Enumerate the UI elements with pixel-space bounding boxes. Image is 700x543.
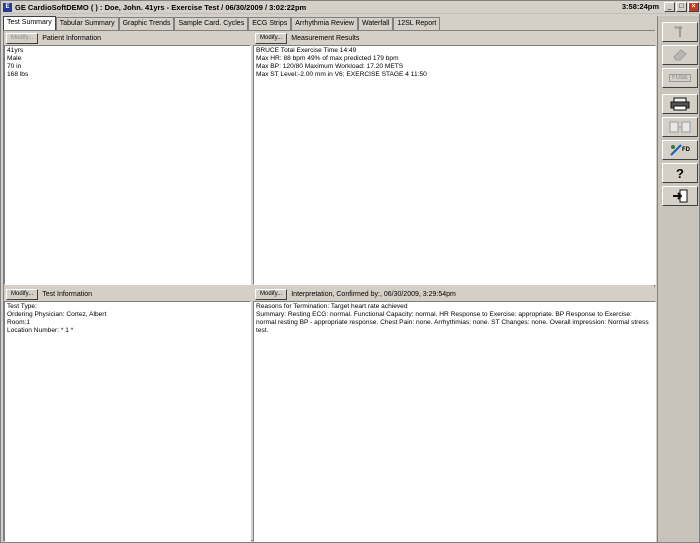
patient-information-panel: Modify... Patient Information 41yrs Male… [4,31,251,285]
exit-button[interactable] [662,186,698,206]
printer-icon [669,97,691,111]
location-number: Location Number: * 1 * [7,326,74,334]
tab-graphic-trends[interactable]: Graphic Trends [118,17,175,30]
close-button[interactable]: × [688,2,699,12]
interpretation-panel: Modify... Interpretation, Confirmed by:,… [253,287,656,542]
tab-waterfall[interactable]: Waterfall [357,17,394,30]
tab-test-summary[interactable]: Test Summary [3,16,56,30]
ordering-physician: Ordering Physician: Cortez, Albert [7,310,107,318]
application-window: E GE CardioSoftDEMO ( ) : Doe, John. 41y… [0,0,700,543]
tab-12sl-report[interactable]: 12SL Report [393,17,441,30]
panel-title: Measurement Results [291,34,360,42]
termination-reason: Reasons for Termination: Target heart ra… [256,303,408,310]
erase-button[interactable] [662,45,698,65]
eraser-icon [671,48,689,62]
measurement-line: Max HR: 88 bpm 49% of max predicted 179 … [256,54,399,62]
help-button[interactable]: ? [662,163,698,183]
measurement-results-panel: Modify... Measurement Results BRUCE Tota… [253,31,656,285]
patient-height: 70 in [7,62,22,70]
measurement-line: Max ST Level:-2.00 mm in V6; EXERCISE ST… [256,70,427,78]
fd-label: FD [682,147,690,153]
full-disclosure-button[interactable]: FD [662,140,698,160]
minimize-button[interactable]: _ [664,2,675,12]
compare-button[interactable] [662,117,698,137]
panel-title: Test Information [42,290,93,298]
tab-tabular-summary[interactable]: Tabular Summary [55,17,119,30]
fuse-icon: FUSE [668,74,691,82]
app-icon[interactable]: E [3,2,12,12]
modify-measurement-button[interactable]: Modify... [255,32,288,44]
measurement-line: Max BP: 120/80 Maximum Workload: 17.20 M… [256,62,404,70]
tab-ecg-strips[interactable]: ECG Strips [248,17,292,30]
full-disclosure-icon: FD [670,143,690,157]
compare-icon [668,120,692,134]
help-icon: ? [676,165,684,181]
patient-weight: 168 lbs [7,70,29,78]
test-type: Test Type: [7,303,37,310]
room: Room:1 [7,318,31,326]
right-toolbar: FUSE FD ? [657,16,699,542]
patient-sex: Male [7,54,22,62]
clock: 3:58:24pm [621,2,659,11]
test-summary-content: Modify... Patient Information 41yrs Male… [3,30,656,542]
measurement-results-body[interactable]: BRUCE Total Exercise Time 14:49 Max HR: … [253,45,656,285]
panel-title: Patient Information [42,34,101,42]
new-test-button[interactable] [662,22,698,42]
modify-interpretation-button[interactable]: Modify... [255,288,288,300]
modify-patient-button[interactable]: Modify... [6,32,39,44]
test-information-panel: Modify... Test Information Test Type: Or… [4,287,251,542]
patient-information-body[interactable]: 41yrs Male 70 in 168 lbs [4,45,251,285]
tab-arrhythmia-review[interactable]: Arrhythmia Review [291,17,358,30]
tab-bar: Test Summary Tabular Summary Graphic Tre… [3,16,441,30]
exit-icon [671,189,689,203]
title-bar: E GE CardioSoftDEMO ( ) : Doe, John. 41y… [1,1,700,14]
patient-age: 41yrs [7,47,24,54]
tab-sample-card-cycles[interactable]: Sample Card. Cycles [174,17,249,30]
modify-test-info-button[interactable]: Modify... [6,288,39,300]
test-information-body[interactable]: Test Type: Ordering Physician: Cortez, A… [4,301,251,542]
maximize-button[interactable]: □ [676,2,687,12]
interpretation-summary: Summary: Resting ECG: normal. Functional… [256,310,649,334]
window-title: GE CardioSoftDEMO ( ) : Doe, John. 41yrs… [15,2,307,12]
new-test-icon [672,25,688,39]
fuse-button[interactable]: FUSE [662,68,698,88]
interpretation-body[interactable]: Reasons for Termination: Target heart ra… [253,301,656,542]
panel-title: Interpretation, Confirmed by:, 06/30/200… [291,290,456,298]
measurement-line: BRUCE Total Exercise Time 14:49 [256,47,357,54]
print-button[interactable] [662,94,698,114]
